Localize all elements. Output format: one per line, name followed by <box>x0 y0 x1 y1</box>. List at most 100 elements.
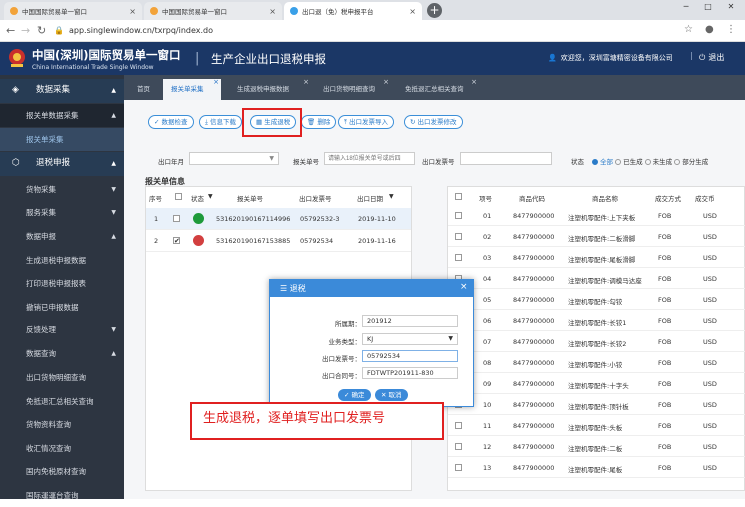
confirm-button[interactable]: ✓ 确定 <box>338 389 371 401</box>
back-icon[interactable]: ← <box>6 24 15 37</box>
reload-icon[interactable]: ↻ <box>37 24 46 37</box>
browser-tab-3[interactable]: 出口退（免）税申报平台 × <box>284 2 422 20</box>
row-checkbox[interactable] <box>455 233 462 240</box>
cube-icon: ⬡ <box>12 158 20 168</box>
sidebar-item[interactable]: 免抵退汇总相关查询 <box>0 390 124 413</box>
close-icon[interactable]: × <box>471 72 477 93</box>
sidebar-item[interactable]: 数据申报 ▲ <box>0 225 124 248</box>
tab-generate-refund[interactable]: 生成退税申报数据 × <box>229 78 311 100</box>
close-icon[interactable]: × <box>129 7 136 16</box>
data-check-button[interactable]: ✓ 数据检查 <box>148 115 194 129</box>
select-all-checkbox[interactable] <box>175 193 182 200</box>
biz-type-select[interactable]: KJ ▼ <box>362 333 458 345</box>
decl-no-cell: 531620190167114996 <box>216 215 291 223</box>
account-icon[interactable]: ● <box>705 24 714 35</box>
sidebar-item[interactable]: 国内免税原材查询 <box>0 460 124 483</box>
close-icon[interactable]: × <box>269 7 276 16</box>
close-icon[interactable]: × <box>213 72 219 93</box>
sidebar-item[interactable]: 报关单数据采集 ▲ <box>0 104 124 127</box>
delete-button[interactable]: 🗑 删除 <box>301 115 337 129</box>
contract-no-input[interactable]: FDTWTP201911-830 <box>362 367 458 379</box>
deal-cell: FOB <box>658 338 672 346</box>
sidebar-item-label: 出口货物明细查询 <box>26 373 86 382</box>
export-month-label: 出口年月 <box>158 158 184 166</box>
item-no-cell: 07 <box>483 338 492 346</box>
sidebar-item[interactable]: 出口货物明细查询 <box>0 366 124 389</box>
tab-label: 首页 <box>137 85 150 93</box>
row-checkbox[interactable] <box>455 212 462 219</box>
decl-no-input[interactable] <box>324 152 415 165</box>
code-cell: 8477900000 <box>513 464 555 472</box>
new-tab-button[interactable]: + <box>427 3 442 18</box>
menu-icon[interactable]: ⋮ <box>726 24 736 35</box>
sidebar-item[interactable]: 打印退税申报报表 <box>0 272 124 295</box>
name-cell: 注塑机零配件:头板 <box>568 424 623 432</box>
code-cell: 8477900000 <box>513 401 555 409</box>
row-checkbox[interactable] <box>173 215 180 222</box>
forward-icon[interactable]: → <box>21 24 30 37</box>
sidebar-item[interactable]: ◈ 数据采集 ▲ <box>0 79 124 103</box>
name-cell: 注塑机零配件:二板 <box>568 445 623 453</box>
item-no-cell: 02 <box>483 233 492 241</box>
row-checkbox[interactable]: ✔ <box>173 237 180 245</box>
sidebar-item[interactable]: 货物资料查询 <box>0 413 124 436</box>
tab-summary-query[interactable]: 免抵退汇总相关查询 × <box>397 78 479 100</box>
sidebar-item[interactable]: 报关单采集 <box>0 128 124 151</box>
invoice-no-input[interactable]: 05792534 <box>362 350 458 362</box>
info-download-button[interactable]: ⤓ 信息下载 <box>199 115 242 129</box>
sidebar-item[interactable]: ⬡ 退税申报 ▲ <box>0 152 124 176</box>
check-icon: ✓ <box>344 391 352 399</box>
close-icon[interactable]: × <box>460 282 468 292</box>
invoice-input[interactable] <box>460 152 552 165</box>
currency-cell: USD <box>703 443 717 451</box>
invoice-edit-button[interactable]: ↻ 出口发票修改 <box>404 115 463 129</box>
item-no-cell: 05 <box>483 296 492 304</box>
sort-icon[interactable]: ▼ <box>389 193 394 200</box>
url-field[interactable]: 🔒 app.singlewindow.cn/txrpq/index.do <box>54 23 674 39</box>
status-radio-all[interactable]: 全部 <box>592 158 613 166</box>
browser-tab-2[interactable]: 中国国际贸易单一窗口 × <box>144 2 282 20</box>
sidebar-item[interactable]: 数据查询 ▲ <box>0 342 124 365</box>
minimize-icon[interactable]: ─ <box>675 2 697 12</box>
status-radio-generated[interactable]: 已生成 <box>615 158 643 166</box>
tab-export-detail[interactable]: 出口货物明细查询 × <box>315 78 391 100</box>
star-icon[interactable]: ☆ <box>684 24 693 35</box>
status-radio-ungenerated[interactable]: 未生成 <box>644 158 672 166</box>
close-icon[interactable]: × <box>303 72 309 93</box>
col-header-item-no: 项号 <box>479 195 492 203</box>
window-close-icon[interactable]: ✕ <box>720 2 742 12</box>
sidebar-item[interactable]: 收汇情况查询 <box>0 437 124 460</box>
sidebar-item[interactable]: 反馈处理 ▼ <box>0 318 124 341</box>
sidebar-item-label: 收汇情况查询 <box>26 444 71 453</box>
close-icon[interactable]: × <box>383 72 389 93</box>
cancel-button[interactable]: ✕ 取消 <box>375 389 408 401</box>
tab-home[interactable]: 首页 <box>129 79 158 100</box>
name-cell: 注塑机零配件:上下夹板 <box>568 214 636 222</box>
browser-tab-1[interactable]: 中国国际贸易单一窗口 × <box>4 2 142 20</box>
status-radio-partial[interactable]: 部分生成 <box>674 158 708 166</box>
sidebar-item[interactable]: 生成退税申报数据 <box>0 249 124 272</box>
sidebar-item[interactable]: 货物采集 ▼ <box>0 178 124 201</box>
user-icon: 👤 <box>548 54 557 62</box>
invoice-import-button[interactable]: ⤒ 出口发票导入 <box>338 115 394 129</box>
row-checkbox[interactable] <box>455 464 462 471</box>
row-checkbox[interactable] <box>455 443 462 450</box>
row-checkbox[interactable] <box>455 254 462 261</box>
period-label: 所属期： <box>335 320 361 328</box>
export-month-select[interactable]: ▼ <box>189 152 279 165</box>
col-header-name: 商品名称 <box>592 195 618 203</box>
select-all-checkbox[interactable] <box>455 193 462 200</box>
maximize-icon[interactable]: □ <box>697 2 719 12</box>
logout-button[interactable]: ⏻ 退出 <box>699 52 724 63</box>
sidebar-item[interactable]: 国际運運台查询 <box>0 484 124 507</box>
sort-icon[interactable]: ▼ <box>208 193 213 200</box>
invoice-label: 出口发票号 <box>422 158 455 166</box>
period-input[interactable]: 201912 <box>362 315 458 327</box>
close-icon[interactable]: × <box>409 7 416 16</box>
deal-cell: FOB <box>658 443 672 451</box>
sidebar-item[interactable]: 服务采集 ▼ <box>0 201 124 224</box>
deal-cell: FOB <box>658 464 672 472</box>
sidebar-item[interactable]: 撤销已申报数据 <box>0 296 124 319</box>
tab-declaration-collect[interactable]: 报关单采集 × <box>163 78 221 100</box>
row-checkbox[interactable] <box>455 422 462 429</box>
